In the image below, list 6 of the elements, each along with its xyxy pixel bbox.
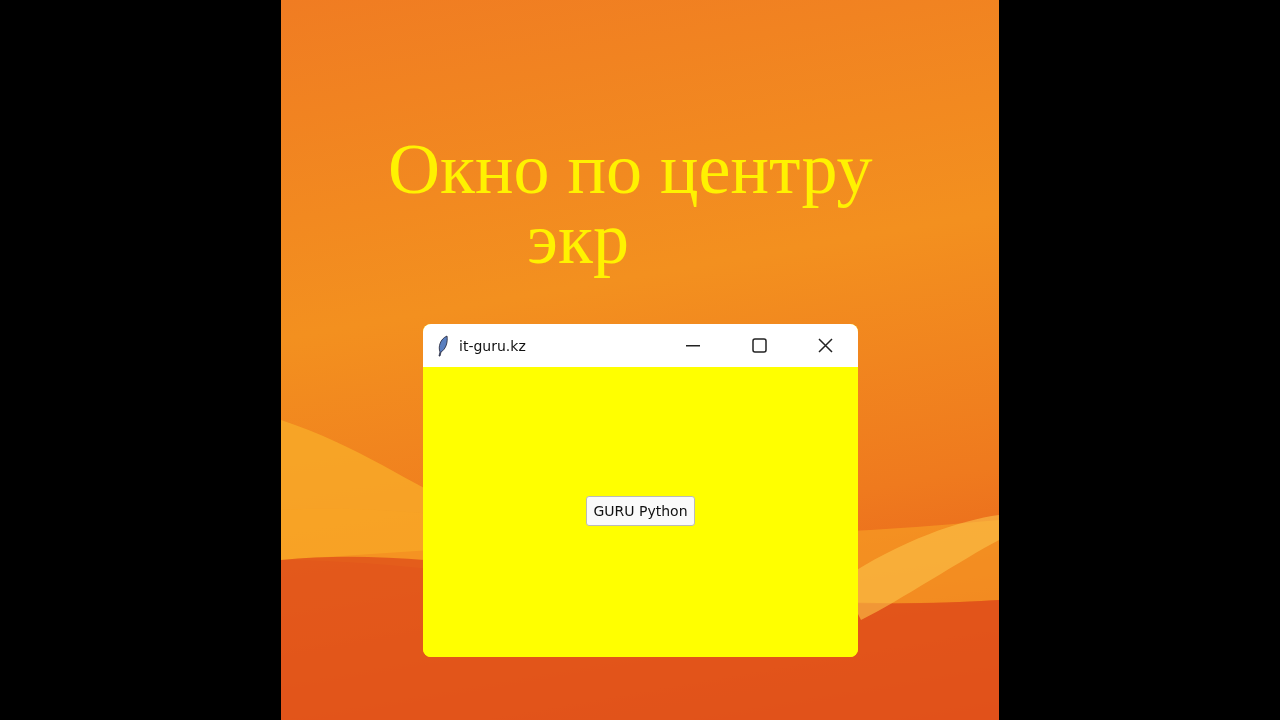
guru-python-button[interactable]: GURU Python xyxy=(586,496,695,526)
close-icon xyxy=(817,338,833,353)
feather-icon xyxy=(437,334,449,357)
minimize-icon xyxy=(686,344,700,347)
window-title: it-guru.kz xyxy=(459,337,527,354)
maximize-icon xyxy=(751,338,767,353)
